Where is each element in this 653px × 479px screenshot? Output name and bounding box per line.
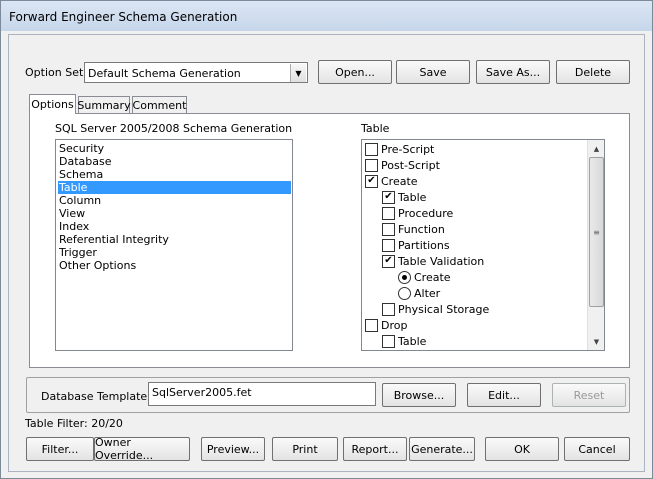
database-template-field[interactable]: SqlServer2005.fet	[148, 382, 376, 406]
tree-item-label: Create	[414, 270, 451, 284]
procedure-checkbox[interactable]	[382, 206, 395, 220]
tab-options[interactable]: Options	[29, 94, 76, 114]
create-checkbox[interactable]: ✔	[365, 174, 378, 188]
list-item-view[interactable]: View	[58, 207, 291, 220]
tree-item-table-validation[interactable]: ✔ Table Validation	[382, 253, 484, 269]
scrollbar-thumb[interactable]: ≡	[589, 157, 604, 307]
reset-button[interactable]: Reset	[552, 383, 626, 407]
print-button[interactable]: Print	[272, 437, 338, 461]
open-button[interactable]: Open...	[318, 60, 392, 84]
tree-item-partitions[interactable]: Partitions	[382, 237, 450, 253]
validation-create-radio[interactable]	[398, 270, 411, 284]
list-item-index[interactable]: Index	[58, 220, 291, 233]
tree-item-label: Table	[398, 334, 427, 348]
ok-button[interactable]: OK	[485, 437, 559, 461]
tree-item-label: Partitions	[398, 238, 450, 252]
function-checkbox[interactable]	[382, 222, 395, 236]
filter-button[interactable]: Filter...	[26, 437, 94, 461]
tree-item-label: Alter	[414, 286, 441, 300]
list-item-other-options[interactable]: Other Options	[58, 259, 291, 272]
option-set-dropdown[interactable]: Default Schema Generation ▼	[84, 62, 308, 83]
window-title: Forward Engineer Schema Generation	[9, 10, 238, 24]
edit-button[interactable]: Edit...	[467, 383, 541, 407]
title-bar[interactable]: Forward Engineer Schema Generation	[1, 1, 652, 31]
list-item-security[interactable]: Security	[58, 142, 291, 155]
tree-item-label: Function	[398, 222, 445, 236]
options-panel: SQL Server 2005/2008 Schema Generation S…	[29, 113, 630, 368]
list-item-trigger[interactable]: Trigger	[58, 246, 291, 259]
cancel-button[interactable]: Cancel	[564, 437, 630, 461]
scroll-up-icon[interactable]: ▲	[588, 140, 604, 157]
category-listbox[interactable]: Security Database Schema Table Column Vi…	[55, 139, 293, 351]
tree-item-create-table[interactable]: ✔ Table	[382, 189, 426, 205]
tree-item-drop[interactable]: Drop	[365, 317, 407, 333]
list-item-column[interactable]: Column	[58, 194, 291, 207]
partitions-checkbox[interactable]	[382, 238, 395, 252]
generate-button[interactable]: Generate...	[409, 437, 475, 461]
schema-generation-heading: SQL Server 2005/2008 Schema Generation	[55, 122, 293, 135]
tree-item-physical-storage[interactable]: Physical Storage	[382, 301, 489, 317]
tree-scrollbar[interactable]: ▲ ≡ ▼	[587, 140, 604, 350]
tree-item-procedure[interactable]: Procedure	[382, 205, 453, 221]
save-as-button[interactable]: Save As...	[476, 60, 550, 84]
tab-summary[interactable]: Summary	[77, 96, 131, 114]
table-options-tree[interactable]: Pre-Script Post-Script ✔ Create ✔ Table …	[361, 139, 605, 351]
preview-button[interactable]: Preview...	[201, 437, 265, 461]
tab-comment[interactable]: Comment	[132, 96, 187, 114]
tree-item-label: Procedure	[398, 206, 454, 220]
tree-item-label: Physical Storage	[398, 302, 490, 316]
tree-item-drop-table[interactable]: Table	[382, 333, 426, 349]
tree-item-label: Drop	[381, 318, 408, 332]
list-item-referential-integrity[interactable]: Referential Integrity	[58, 233, 291, 246]
browse-button[interactable]: Browse...	[382, 383, 456, 407]
physical-storage-checkbox[interactable]	[382, 302, 395, 316]
tree-item-pre-script[interactable]: Pre-Script	[365, 141, 434, 157]
dialog-client-area: Option Set: Default Schema Generation ▼ …	[8, 34, 645, 472]
tree-item-label: Table	[398, 190, 427, 204]
report-button[interactable]: Report...	[343, 437, 407, 461]
tree-item-label: Table Validation	[398, 254, 485, 268]
radio-selected-dot	[402, 274, 407, 280]
database-template-group: Database Template: SqlServer2005.fet Bro…	[26, 377, 630, 413]
tree-item-function[interactable]: Function	[382, 221, 445, 237]
chevron-down-icon[interactable]: ▼	[290, 64, 306, 82]
drop-checkbox[interactable]	[365, 318, 378, 332]
drop-table-checkbox[interactable]	[382, 334, 395, 348]
tree-item-create[interactable]: ✔ Create	[365, 173, 418, 189]
tree-item-validation-create[interactable]: Create	[398, 269, 451, 285]
table-filter-status: Table Filter: 20/20	[25, 417, 123, 430]
table-options-heading: Table	[361, 122, 390, 135]
scroll-down-icon[interactable]: ▼	[588, 333, 604, 350]
post-script-checkbox[interactable]	[365, 158, 378, 172]
tree-item-post-script[interactable]: Post-Script	[365, 157, 440, 173]
option-set-value: Default Schema Generation	[88, 67, 241, 80]
tree-item-label: Post-Script	[381, 158, 440, 172]
database-template-label: Database Template:	[41, 390, 151, 403]
save-button[interactable]: Save	[396, 60, 470, 84]
owner-override-button[interactable]: Owner Override...	[94, 436, 190, 462]
pre-script-checkbox[interactable]	[365, 142, 378, 156]
option-set-label: Option Set:	[25, 66, 87, 79]
delete-button[interactable]: Delete	[556, 60, 630, 84]
tree-item-label: Create	[381, 174, 418, 188]
tree-item-label: Pre-Script	[381, 142, 435, 156]
list-item-table[interactable]: Table	[58, 181, 291, 194]
create-table-checkbox[interactable]: ✔	[382, 190, 395, 204]
validation-alter-radio[interactable]	[398, 286, 411, 300]
dialog-window: Forward Engineer Schema Generation Optio…	[0, 0, 653, 479]
tree-item-validation-alter[interactable]: Alter	[398, 285, 440, 301]
table-validation-checkbox[interactable]: ✔	[382, 254, 395, 268]
list-item-database[interactable]: Database	[58, 155, 291, 168]
list-item-schema[interactable]: Schema	[58, 168, 291, 181]
